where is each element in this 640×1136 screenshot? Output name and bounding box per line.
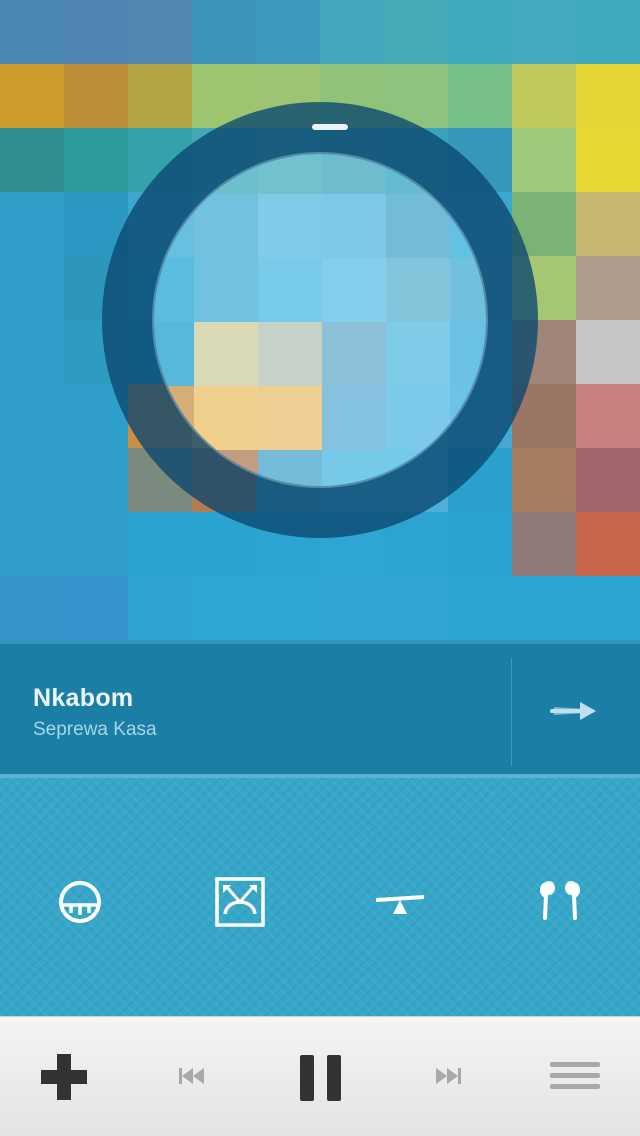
track-title: Nkabom: [33, 684, 134, 712]
artwork-tile-1-0: [0, 64, 64, 128]
now-playing-bar[interactable]: Nkabom Seprewa Kasa: [0, 640, 640, 778]
artwork-tile-0-9: [576, 0, 640, 64]
divider: [511, 658, 512, 766]
artwork-tile-9-8: [512, 576, 576, 640]
artwork-tile-0-2: [128, 0, 192, 64]
next-icon[interactable]: [434, 1065, 462, 1087]
effects-panel: [0, 778, 640, 1016]
artwork-tile-1-9: [576, 64, 640, 128]
playback-toolbar: [0, 1016, 640, 1136]
artwork-tile-6-9: [576, 384, 640, 448]
artwork-tile-0-4: [256, 0, 320, 64]
pause-icon[interactable]: [298, 1053, 344, 1103]
lens-highlight: [154, 154, 486, 486]
track-artist: Seprewa Kasa: [33, 719, 157, 740]
artwork-tile-9-4: [256, 576, 320, 640]
balance-icon[interactable]: [372, 874, 428, 930]
arrow-right-icon[interactable]: [546, 696, 602, 726]
artwork-tile-7-9: [576, 448, 640, 512]
artwork-tile-8-1: [64, 512, 128, 576]
artwork-tile-8-8: [512, 512, 576, 576]
artwork-tile-9-1: [64, 576, 128, 640]
artwork-tile-4-9: [576, 256, 640, 320]
artwork-tile-3-0: [0, 192, 64, 256]
artwork-tile-8-7: [448, 512, 512, 576]
artwork-tile-9-7: [448, 576, 512, 640]
artwork-tile-5-9: [576, 320, 640, 384]
artwork-tile-1-2: [128, 64, 192, 128]
artwork-tile-8-0: [0, 512, 64, 576]
artwork-tile-9-2: [128, 576, 192, 640]
artwork-tile-9-0: [0, 576, 64, 640]
artwork-tile-0-8: [512, 0, 576, 64]
stereo-width-icon[interactable]: [212, 874, 268, 930]
dial-lens[interactable]: [152, 152, 488, 488]
artwork-tile-0-7: [448, 0, 512, 64]
artwork-tile-2-8: [512, 128, 576, 192]
artwork-tile-1-7: [448, 64, 512, 128]
artwork-tile-8-2: [128, 512, 192, 576]
artwork-tile-5-0: [0, 320, 64, 384]
artwork-tile-2-9: [576, 128, 640, 192]
artwork-tile-2-0: [0, 128, 64, 192]
artwork-tile-9-6: [384, 576, 448, 640]
artwork-tile-8-9: [576, 512, 640, 576]
artwork-tile-1-8: [512, 64, 576, 128]
artwork-tile-1-1: [64, 64, 128, 128]
menu-icon[interactable]: [548, 1059, 602, 1093]
artwork-tile-0-1: [64, 0, 128, 64]
artwork-tile-9-9: [576, 576, 640, 640]
previous-icon[interactable]: [178, 1065, 206, 1087]
gauge-icon[interactable]: [52, 874, 108, 930]
artwork-tile-0-5: [320, 0, 384, 64]
artwork-tile-4-0: [0, 256, 64, 320]
artwork-tile-7-1: [64, 448, 128, 512]
artwork-tile-6-0: [0, 384, 64, 448]
artwork-tile-0-0: [0, 0, 64, 64]
artwork-tile-2-1: [64, 128, 128, 192]
artwork-tile-7-8: [512, 448, 576, 512]
plus-icon[interactable]: [38, 1051, 90, 1103]
artwork-tile-3-9: [576, 192, 640, 256]
artwork-tile-7-0: [0, 448, 64, 512]
dial-handle[interactable]: [312, 124, 348, 130]
artwork-tile-0-3: [192, 0, 256, 64]
artwork-tile-0-6: [384, 0, 448, 64]
earphones-icon[interactable]: [532, 874, 588, 930]
artwork-tile-9-3: [192, 576, 256, 640]
artwork-tile-9-5: [320, 576, 384, 640]
